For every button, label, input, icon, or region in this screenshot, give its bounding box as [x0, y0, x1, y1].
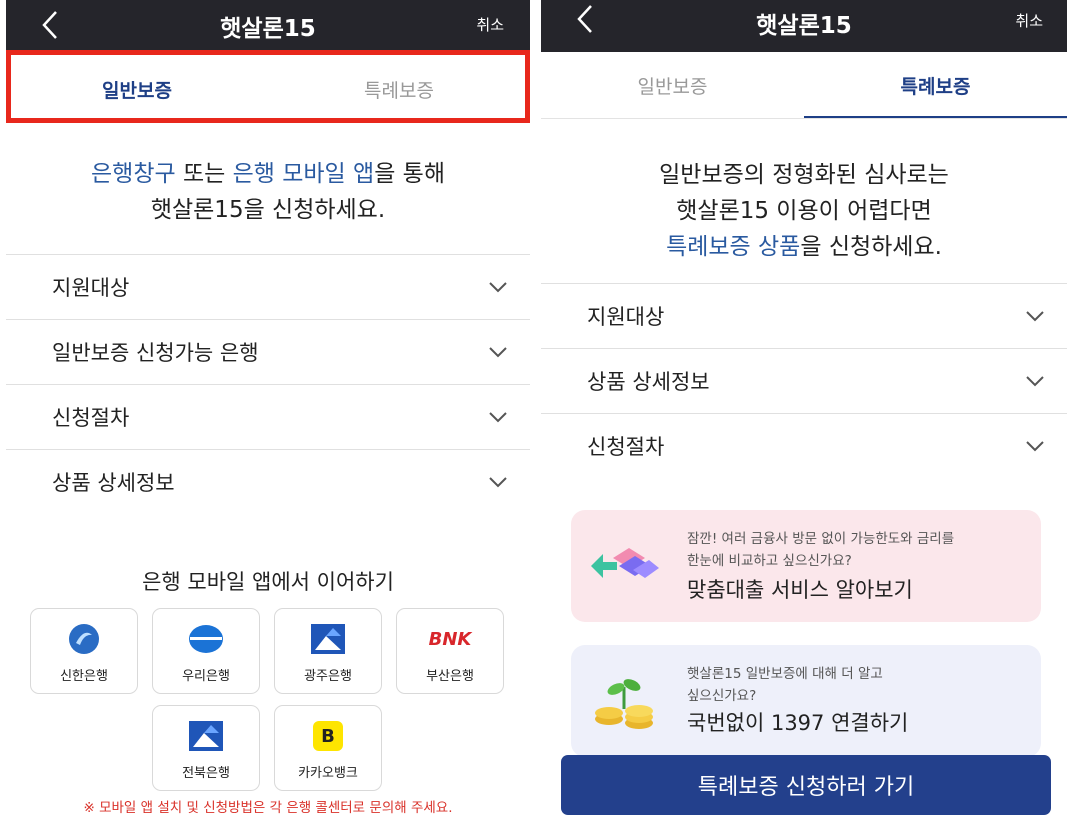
- shinhan-logo-icon: [69, 624, 99, 654]
- accordion-label: 상품 상세정보: [587, 370, 710, 394]
- custom-loan-card[interactable]: 잠깐! 여러 금융사 방문 없이 가능한도와 금리를 한눈에 비교하고 싶으신가…: [571, 510, 1041, 622]
- cancel-button[interactable]: 취소: [476, 14, 504, 35]
- bank-name: 전북은행: [182, 766, 230, 781]
- chevron-down-icon: [489, 347, 507, 358]
- header-bar: 햇살론15 취소: [541, 0, 1067, 52]
- chevron-down-icon: [489, 412, 507, 423]
- bank-kakao[interactable]: B 카카오뱅크: [274, 705, 382, 791]
- accordion-details[interactable]: 상품 상세정보: [6, 449, 530, 514]
- chevron-down-icon: [489, 477, 507, 488]
- intro-text: 일반보증의 정형화된 심사로는 햇살론15 이용이 어렵다면 특례보증 상품을 …: [541, 118, 1067, 283]
- kwangju-logo-icon: [311, 624, 345, 654]
- accordion-label: 상품 상세정보: [52, 471, 175, 495]
- bank-kwangju[interactable]: 광주은행: [274, 608, 382, 694]
- intro-end: 을 통해: [374, 161, 445, 187]
- continue-in-app-title: 은행 모바일 앱에서 이어하기: [142, 570, 394, 594]
- card-desc-line1: 햇살론15 일반보증에 대해 더 알고: [687, 666, 883, 682]
- chevron-down-icon: [1026, 441, 1044, 452]
- accordion-details[interactable]: 상품 상세정보: [541, 348, 1067, 413]
- apply-special-guarantee-button[interactable]: 특례보증 신청하러 가기: [561, 755, 1051, 815]
- accordion-banks[interactable]: 일반보증 신청가능 은행: [6, 319, 530, 384]
- jeonbuk-logo-icon: [189, 721, 223, 751]
- accordion-label: 일반보증 신청가능 은행: [52, 341, 259, 365]
- intro-line3-end: 을 신청하세요.: [800, 234, 942, 260]
- page-title: 햇살론15: [220, 16, 316, 42]
- kakaobank-logo-icon: B: [313, 721, 343, 751]
- intro-line1: 일반보증의 정형화된 심사로는: [659, 162, 949, 188]
- right-screen: 햇살론15 취소 일반보증 특례보증 일반보증의 정형화된 심사로는 햇살론15…: [541, 0, 1067, 822]
- accordion-procedure[interactable]: 신청절차: [541, 413, 1067, 478]
- bnk-logo-icon: BNK: [428, 628, 472, 650]
- bank-name: 카카오뱅크: [298, 766, 358, 781]
- card-title: 국번없이 1397 연결하기: [687, 711, 909, 735]
- bank-name: 신한은행: [60, 669, 108, 684]
- bank-name: 부산은행: [426, 669, 474, 684]
- intro-mid: 또는: [175, 161, 233, 187]
- intro-text: 은행창구 또는 은행 모바일 앱을 통해 햇살론15을 신청하세요.: [6, 156, 530, 254]
- tab-bar: 일반보증 특례보증: [541, 52, 1067, 118]
- left-screen: 햇살론15 취소 일반보증 특례보증 은행창구 또는 은행 모바일 앱을 통해 …: [6, 0, 530, 822]
- highlight-box: [6, 50, 530, 123]
- woori-logo-icon: [189, 625, 223, 653]
- tab-general-guarantee[interactable]: 일반보증: [541, 52, 804, 118]
- accordion-eligibility[interactable]: 지원대상: [541, 283, 1067, 348]
- comparison-arrows-icon: [591, 548, 659, 578]
- chevron-down-icon: [1026, 311, 1044, 322]
- chevron-down-icon: [1026, 376, 1044, 387]
- cancel-button[interactable]: 취소: [1015, 10, 1043, 31]
- card-desc-line1: 잠깐! 여러 금융사 방문 없이 가능한도와 금리를: [687, 531, 955, 547]
- tab-special-guarantee[interactable]: 특례보증: [804, 52, 1067, 118]
- page-title: 햇살론15: [756, 13, 852, 39]
- accordion-procedure[interactable]: 신청절차: [6, 384, 530, 449]
- intro-em-branch: 은행창구: [91, 161, 176, 187]
- accordion-label: 신청절차: [587, 435, 665, 459]
- accordion-label: 신청절차: [52, 406, 130, 430]
- card-title: 맞춤대출 서비스 알아보기: [687, 578, 913, 602]
- chevron-down-icon: [489, 282, 507, 293]
- card-desc-line2: 한눈에 비교하고 싶으신가요?: [687, 553, 852, 569]
- call-1397-card[interactable]: 햇살론15 일반보증에 대해 더 알고 싶으신가요? 국번없이 1397 연결하…: [571, 645, 1041, 757]
- bank-grid: 신한은행 우리은행 광주은행 BNK 부산은행 전북은행 B 카카오뱅크: [6, 608, 530, 808]
- header-bar: 햇살론15 취소: [6, 0, 530, 50]
- intro-line2: 햇살론15을 신청하세요.: [150, 197, 386, 223]
- bank-jeonbuk[interactable]: 전북은행: [152, 705, 260, 791]
- bank-shinhan[interactable]: 신한은행: [30, 608, 138, 694]
- bank-woori[interactable]: 우리은행: [152, 608, 260, 694]
- intro-line2: 햇살론15 이용이 어렵다면: [676, 198, 932, 224]
- accordion-eligibility[interactable]: 지원대상: [6, 254, 530, 319]
- card-desc-line2: 싶으신가요?: [687, 688, 757, 704]
- intro-em-product: 특례보증 상품: [666, 234, 801, 260]
- accordion-label: 지원대상: [587, 305, 665, 329]
- intro-em-app: 은행 모바일 앱: [232, 161, 375, 187]
- bank-busan[interactable]: BNK 부산은행: [396, 608, 504, 694]
- bank-name: 광주은행: [304, 669, 352, 684]
- coins-plant-icon: [595, 679, 653, 729]
- bank-name: 우리은행: [182, 669, 230, 684]
- accordion-label: 지원대상: [52, 276, 130, 300]
